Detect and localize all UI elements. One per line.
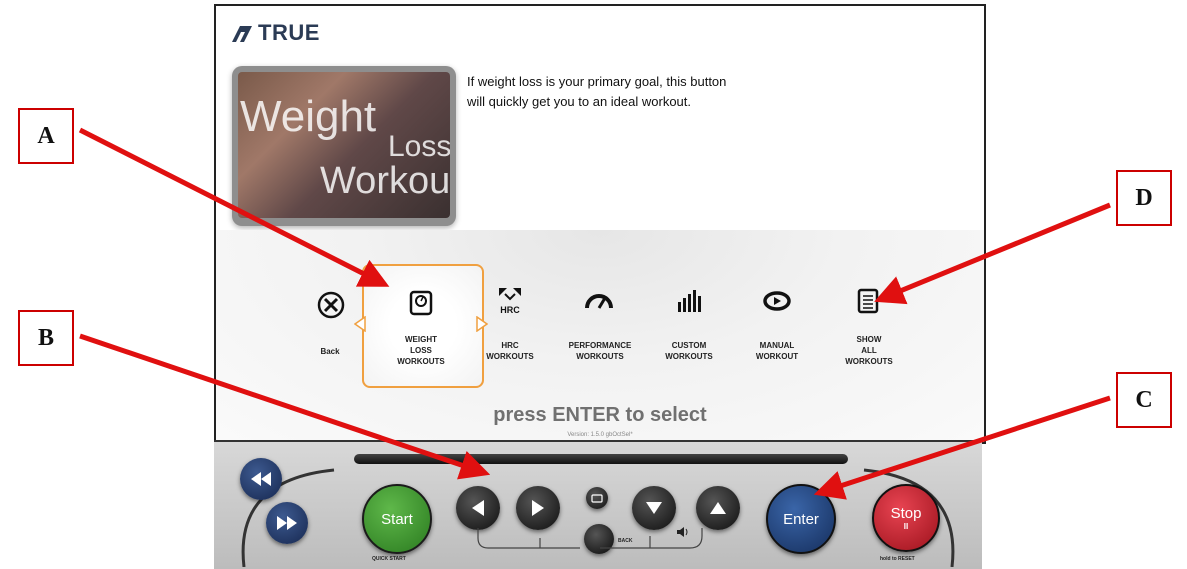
callout-c: C [1116,372,1172,428]
arrow-a [78,127,390,287]
callout-d: D [1116,170,1172,226]
arrow-c [813,395,1111,500]
arrow-b [79,333,491,480]
arrow-d [874,202,1111,305]
callout-arrows [78,127,1111,500]
callout-a: A [18,108,74,164]
callout-b: B [18,310,74,366]
